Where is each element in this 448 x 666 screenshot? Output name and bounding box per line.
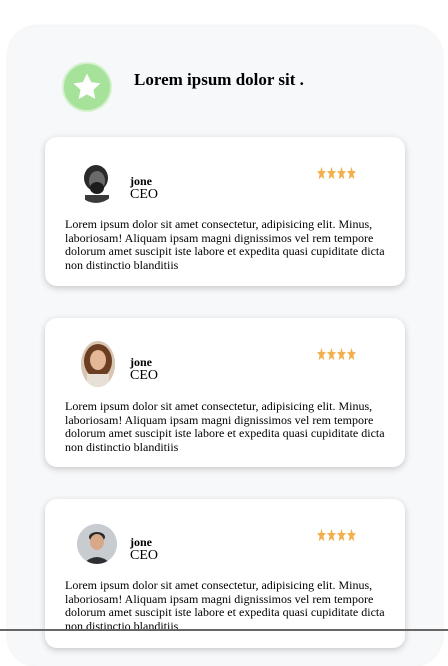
review-text: Lorem ipsum dolor sit amet consectetur, … bbox=[65, 578, 385, 633]
star-icon bbox=[347, 347, 356, 361]
star-icon bbox=[337, 347, 346, 361]
star-badge-icon bbox=[62, 62, 112, 112]
avatar bbox=[81, 341, 115, 387]
star-icon bbox=[347, 528, 356, 542]
user-role: CEO bbox=[130, 368, 158, 383]
star-icon bbox=[327, 528, 336, 542]
star-icon bbox=[327, 166, 336, 180]
rating-stars bbox=[317, 166, 356, 180]
star-icon bbox=[317, 347, 326, 361]
review-text: Lorem ipsum dolor sit amet consectetur, … bbox=[65, 217, 385, 272]
rating-stars bbox=[317, 528, 356, 542]
testimonial-card: jone CEO Lorem ipsum dolor sit amet cons… bbox=[45, 499, 405, 648]
user-role: CEO bbox=[130, 187, 158, 202]
star-icon bbox=[337, 166, 346, 180]
rating-stars bbox=[317, 347, 356, 361]
star-icon bbox=[317, 528, 326, 542]
review-text: Lorem ipsum dolor sit amet consectetur, … bbox=[65, 399, 385, 454]
star-icon bbox=[337, 528, 346, 542]
avatar bbox=[77, 524, 117, 564]
star-icon bbox=[327, 347, 336, 361]
testimonial-card: jone CEO Lorem ipsum dolor sit amet cons… bbox=[45, 137, 405, 286]
testimonial-card: jone CEO Lorem ipsum dolor sit amet cons… bbox=[45, 318, 405, 467]
page-title: Lorem ipsum dolor sit . bbox=[134, 70, 304, 89]
star-icon bbox=[317, 166, 326, 180]
star-icon bbox=[347, 166, 356, 180]
user-role: CEO bbox=[130, 548, 158, 563]
avatar bbox=[75, 161, 117, 203]
